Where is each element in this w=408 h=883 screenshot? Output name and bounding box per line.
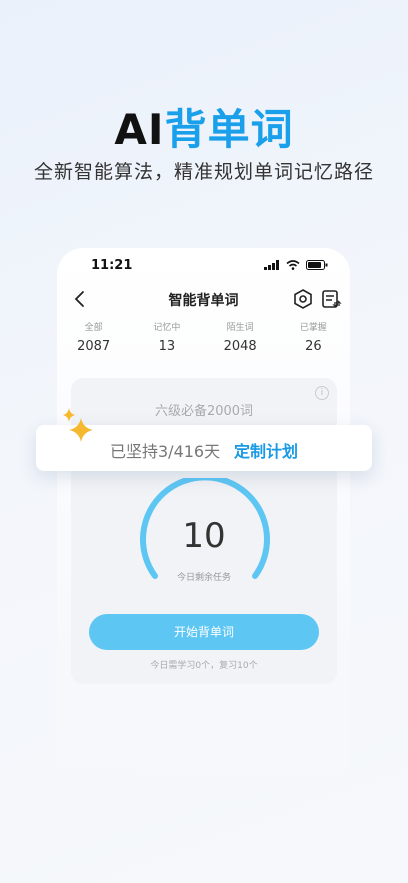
stat-label: 已掌握 <box>299 323 327 333</box>
remaining-label: 今日剩余任务 <box>176 573 231 583</box>
stat-all[interactable]: 全部 2087 <box>57 320 130 354</box>
today-note: 今日需学习0个，复习10个 <box>150 661 258 671</box>
stat-unfamiliar[interactable]: 陌生词 2048 <box>204 320 277 354</box>
sparkle-icon <box>63 408 93 442</box>
navbar: 智能背单词 <box>57 286 350 314</box>
streak-text: 已坚持3/416天 <box>110 442 221 461</box>
word-stats: 全部 2087 记忆中 13 陌生词 2048 已掌握 26 <box>57 320 350 354</box>
stat-label: 记忆中 <box>153 323 181 333</box>
hero-title: AI背单词 <box>0 96 408 157</box>
signal-icon <box>264 260 279 270</box>
custom-plan-link[interactable]: 定制计划 <box>234 438 298 462</box>
stat-memorizing[interactable]: 记忆中 13 <box>130 320 203 354</box>
stat-mastered[interactable]: 已掌握 26 <box>277 320 350 354</box>
settings-icon[interactable] <box>292 288 314 310</box>
hero-title-prefix: AI <box>114 105 165 154</box>
study-card: i 六级必备2000词 10 今日剩余任务 开始背单词 今日需学习0个，复习10… <box>71 378 337 684</box>
hero-title-accent: 背单词 <box>164 105 294 154</box>
battery-icon <box>306 260 328 270</box>
phone-frame: 11:21 智能背单词 全部 2087 记忆中 13 陌生词 2048 已掌握 … <box>57 248 350 848</box>
stat-value: 26 <box>305 339 322 354</box>
wifi-icon <box>286 260 300 270</box>
hero-subtitle: 全新智能算法，精准规划单词记忆路径 <box>33 161 374 183</box>
stat-value: 2048 <box>223 339 257 354</box>
status-bar: 11:21 <box>57 248 350 284</box>
status-icons <box>264 260 328 270</box>
book-title[interactable]: 六级必备2000词 <box>71 400 337 419</box>
status-time: 11:21 <box>91 258 133 273</box>
stat-label: 全部 <box>84 323 103 333</box>
info-icon[interactable]: i <box>315 386 329 400</box>
plan-list-icon[interactable] <box>320 288 342 310</box>
remaining-count: 10 <box>182 516 226 556</box>
stat-value: 13 <box>158 339 176 354</box>
stat-value: 2087 <box>77 339 111 354</box>
stat-label: 陌生词 <box>226 323 254 333</box>
start-button[interactable]: 开始背单词 <box>89 614 319 650</box>
